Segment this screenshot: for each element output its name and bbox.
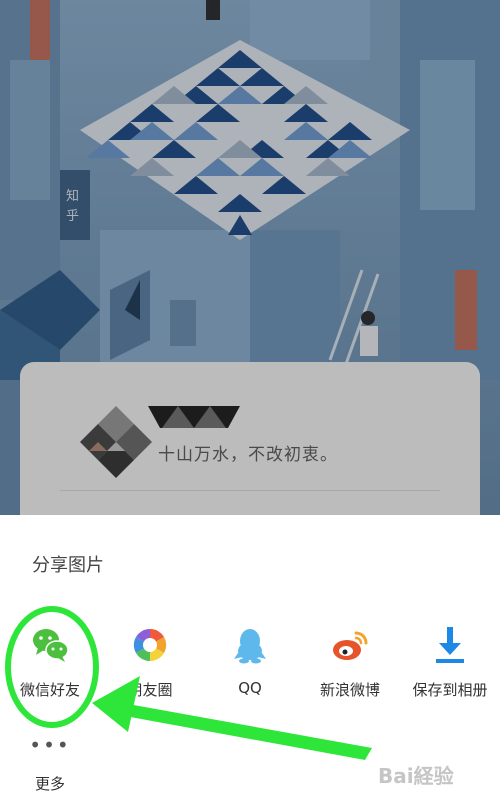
moments-icon — [133, 628, 167, 662]
share-sheet-title: 分享图片 — [32, 555, 104, 576]
qq-icon — [234, 629, 266, 664]
watermark: Bai経验 — [378, 764, 454, 788]
more-button[interactable]: ••• 更多 — [10, 735, 90, 794]
share-item-label: 微信好友 — [19, 681, 80, 699]
profile-motto: 十山万水，不改初衷。 — [158, 445, 338, 465]
wechat-icon — [33, 629, 69, 662]
share-qq-button[interactable]: QQ — [200, 625, 300, 697]
share-item-label: 保存到相册 — [412, 681, 488, 699]
save-to-album-button[interactable]: 保存到相册 — [400, 625, 500, 700]
download-icon — [436, 627, 464, 663]
more-label: 更多 — [34, 775, 65, 793]
card-divider — [60, 490, 440, 491]
avatar — [80, 406, 152, 478]
share-weibo-button[interactable]: 新浪微博 — [300, 625, 400, 700]
more-dots-icon: ••• — [29, 733, 71, 757]
share-item-label: QQ — [238, 679, 262, 697]
share-sheet: 分享图片 微信好友 朋友圈 QQ 新浪微博 保存到相册 ••• 更多 — [0, 515, 500, 800]
username-redacted — [148, 406, 240, 428]
profile-card: 十山万水，不改初衷。 — [20, 362, 480, 532]
share-item-label: 朋友圈 — [127, 681, 173, 699]
weibo-icon — [333, 631, 368, 660]
share-item-label: 新浪微博 — [319, 681, 380, 699]
share-moments-button[interactable]: 朋友圈 — [100, 625, 200, 700]
share-wechat-friends-button[interactable]: 微信好友 — [0, 625, 100, 700]
